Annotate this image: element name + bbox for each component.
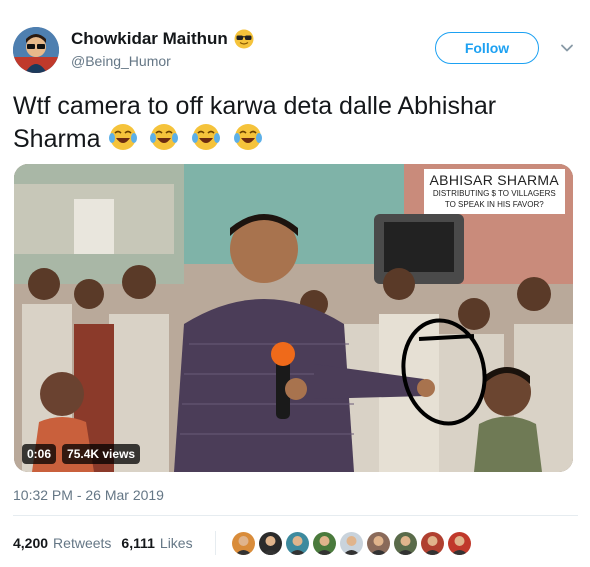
chevron-down-icon[interactable]: [558, 39, 576, 57]
overlay-subtitle-line2: TO SPEAK IN HIS FAVOR?: [444, 200, 544, 209]
display-name-text: Chowkidar Maithun: [71, 29, 228, 48]
likes-label: Likes: [159, 535, 193, 551]
video-player[interactable]: ABHISAR SHARMA DISTRIBUTING $ TO VILLAGE…: [14, 164, 573, 472]
emoji-group: [108, 124, 269, 153]
liker-avatar[interactable]: [339, 531, 363, 555]
avatar-image: [13, 27, 59, 73]
video-views-badge: 75.4K views: [62, 444, 141, 464]
stats-separator: [214, 531, 216, 555]
author-handle[interactable]: @Being_Humor: [71, 53, 254, 69]
tears-of-joy-emoji-icon: [108, 124, 137, 150]
video-badges: 0:06 75.4K views: [22, 444, 141, 464]
liker-avatar[interactable]: [447, 531, 471, 555]
sunglasses-emoji-icon: [234, 29, 254, 49]
tweet-timestamp[interactable]: 10:32 PM - 26 Mar 2019: [13, 487, 164, 503]
retweets-count: 4,200: [13, 535, 49, 551]
follow-button[interactable]: Follow: [435, 32, 539, 64]
liker-avatar[interactable]: [258, 531, 282, 555]
liker-avatar[interactable]: [420, 531, 444, 555]
tears-of-joy-emoji-icon: [234, 124, 263, 150]
likes-stat[interactable]: 6,111 Likes: [121, 535, 192, 551]
likes-count: 6,111: [121, 535, 155, 551]
liker-avatar[interactable]: [285, 531, 309, 555]
engagement-stats: 4,200 Retweets 6,111 Likes: [13, 531, 471, 555]
liker-avatar[interactable]: [312, 531, 336, 555]
overlay-subtitle-line1: DISTRIBUTING $ TO VILLAGERS: [432, 189, 556, 198]
video-duration-badge: 0:06: [22, 444, 57, 464]
liker-avatar[interactable]: [231, 531, 255, 555]
divider-top: [13, 515, 578, 516]
tears-of-joy-emoji-icon: [150, 124, 179, 150]
tears-of-joy-emoji-icon: [192, 124, 221, 150]
author-display-name[interactable]: Chowkidar Maithun: [71, 29, 254, 49]
author-avatar[interactable]: [13, 27, 59, 73]
liker-avatar[interactable]: [366, 531, 390, 555]
liker-avatar[interactable]: [393, 531, 417, 555]
liker-avatars: [231, 531, 471, 555]
retweets-label: Retweets: [53, 535, 112, 551]
video-caption-overlay: ABHISAR SHARMA DISTRIBUTING $ TO VILLAGE…: [423, 169, 565, 214]
retweets-stat[interactable]: 4,200 Retweets: [13, 535, 111, 551]
overlay-title: ABHISAR SHARMA: [429, 172, 559, 188]
tweet-text: Wtf camera to off karwa deta dalle Abhis…: [13, 90, 573, 155]
tweet-header: Chowkidar Maithun @Being_Humor Follow: [13, 25, 578, 77]
author-name-block: Chowkidar Maithun @Being_Humor: [71, 29, 254, 69]
